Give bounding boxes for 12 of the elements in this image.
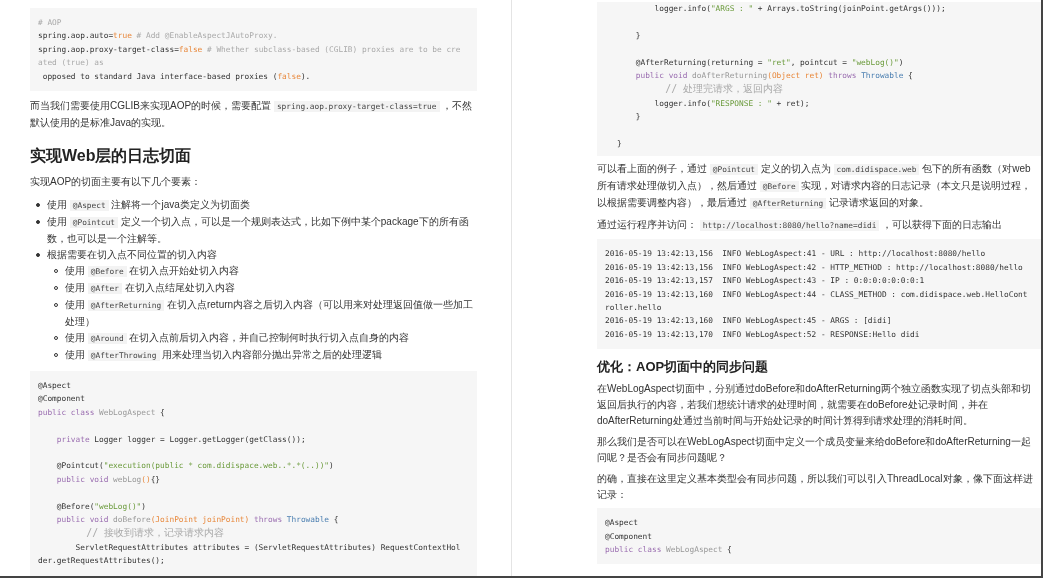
bullet-icon [36, 220, 40, 225]
bullet-icon [36, 203, 40, 208]
paragraph: 在WebLogAspect切面中，分别通过doBefore和doAfterReturning两个独立函数实现了切点头部和切 返回后执行的内容，若我们想统计请求的处理时间，就需要在doBefore处记录时间，并在 doAfterReturning处通过当前时间与开始处记录的时间计算得到请求处理的消耗时间。 [597, 382, 1032, 429]
section-heading: 实现Web层的日志切面 [30, 146, 193, 167]
paragraph: 那么我们是否可以在WebLogAspect切面中定义一个成员变量来给doBefore和doAfterReturning一起 问呢？是否会有同步问题呢？ [597, 435, 1032, 466]
code-line: // 处理完请求，返回内容 [664, 82, 785, 97]
list-item-text: 根据需要在切入点不同位置的切入内容 [47, 248, 217, 263]
bullet-icon [36, 253, 40, 258]
paragraph: 实现AOP的切面主要有以下几个要素： [30, 175, 203, 190]
code-line: // 接收到请求，记录请求内容 [85, 526, 226, 541]
paragraph: 的确，直接在这里定义基本类型会有同步问题，所以我们可以引入ThreadLocal对象，像下面这样进 记录： [597, 472, 1034, 503]
section-heading: 优化：AOP切面中的同步问题 [597, 358, 770, 377]
